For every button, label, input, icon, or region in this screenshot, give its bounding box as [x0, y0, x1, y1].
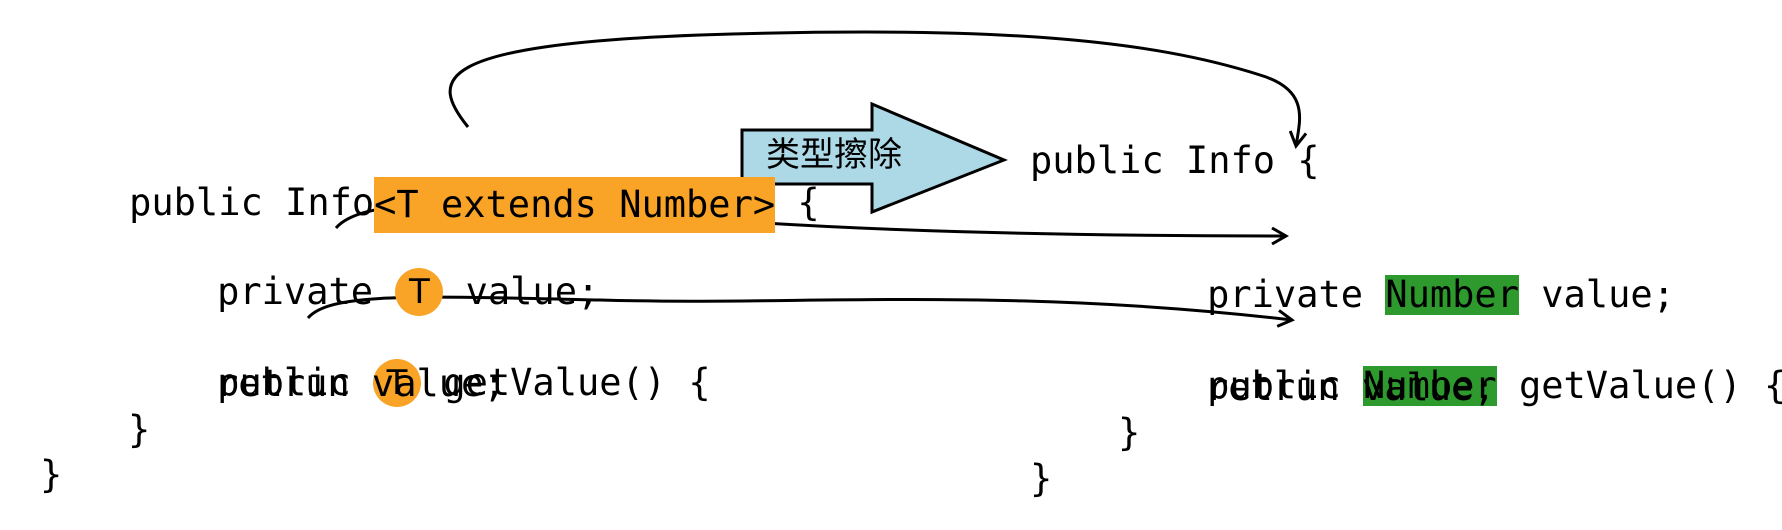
right-field-prefix: private — [1207, 273, 1386, 316]
field-type-marker: T — [395, 268, 444, 316]
left-field-suffix: value; — [443, 270, 600, 313]
left-class-suffix: { — [775, 181, 820, 224]
left-class-prefix: public Info — [129, 181, 375, 224]
right-class-closing-brace: } — [1030, 457, 1053, 500]
right-return-statement: retrun value; — [1206, 366, 1496, 409]
right-method-closing-brace: } — [1118, 411, 1141, 454]
left-class-closing-brace: } — [40, 453, 63, 496]
generic-type-parameter: <T extends Number> — [374, 177, 776, 233]
right-class-declaration: public Info { — [1030, 139, 1320, 182]
left-method-closing-brace: } — [128, 408, 151, 451]
erased-field-type: Number — [1385, 273, 1519, 316]
right-method-suffix: getValue() { — [1496, 364, 1782, 407]
right-field-suffix: value; — [1518, 273, 1675, 316]
left-field-prefix: private — [217, 270, 396, 313]
left-return-statement: retrun value; — [216, 362, 506, 405]
